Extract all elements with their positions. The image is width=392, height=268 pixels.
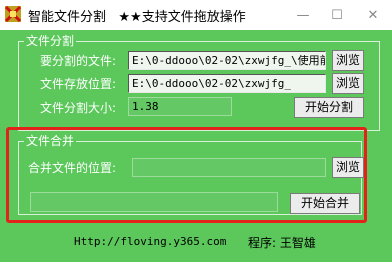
maximize-button[interactable]: ☐ [320,0,354,30]
window-bottom-edge [0,262,392,268]
main-panel: 文件分割 要分割的文件: E:\0-ddooo\02-02\zxwjfg_\使用… [0,30,392,268]
minimize-button[interactable]: — [286,0,320,30]
dest-folder-field[interactable]: E:\0-ddooo\02-02\zxwjfg_ [128,74,326,93]
split-group-title: 文件分割 [24,34,77,48]
dest-folder-label: 文件存放位置: [40,77,117,91]
browse-source-button[interactable]: 浏览 [332,50,364,71]
homepage-link[interactable]: Http://floving.y365.com [74,235,226,248]
split-size-label: 文件分割大小: [40,101,117,115]
close-button[interactable]: ✕ [356,0,390,30]
close-icon: ✕ [367,7,379,23]
maximize-icon: ☐ [331,7,343,23]
split-size-field[interactable]: 1.38 [128,97,232,116]
merge-highlight-box [6,127,367,223]
title-bar: 智能文件分割 ★★支持文件拖放操作 — ☐ ✕ [0,0,392,30]
app-icon [4,5,22,23]
browse-dest-button[interactable]: 浏览 [332,73,364,94]
author-label: 程序: 王智雄 [248,236,316,250]
source-file-field[interactable]: E:\0-ddooo\02-02\zxwjfg_\使用前请 [128,51,326,70]
minimize-icon: — [296,7,310,23]
window-title: 智能文件分割 ★★支持文件拖放操作 [28,10,246,25]
source-file-label: 要分割的文件: [40,54,117,68]
start-split-button[interactable]: 开始分割 [294,97,364,118]
status-bar: Http://floving.y365.com 程序: 王智雄 [0,232,392,252]
